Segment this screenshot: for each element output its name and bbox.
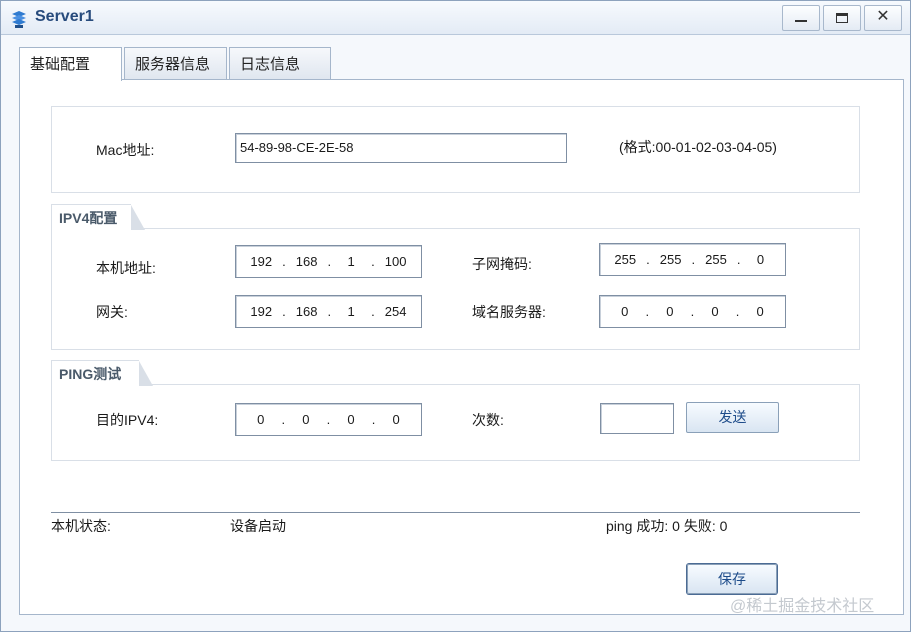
ip-octet: 0 bbox=[666, 304, 674, 319]
save-button[interactable]: 保存 bbox=[687, 564, 777, 594]
tab-server-info[interactable]: 服务器信息 bbox=[124, 47, 227, 80]
ip-octet: 0 bbox=[257, 412, 265, 427]
ping-group-title: PING测试 bbox=[51, 360, 153, 386]
status-divider bbox=[51, 512, 860, 513]
watermark: @稀土掘金技术社区 bbox=[730, 598, 875, 615]
ping-count-label: 次数: bbox=[472, 412, 504, 428]
ip-octet: 0 bbox=[756, 304, 764, 319]
close-icon: ✕ bbox=[876, 8, 890, 25]
tab-log-info[interactable]: 日志信息 bbox=[229, 47, 331, 80]
minimize-button[interactable] bbox=[782, 5, 820, 31]
gateway-field[interactable]: 192. 168. 1. 254 bbox=[235, 295, 422, 328]
dns-server-field[interactable]: 0. 0. 0. 0 bbox=[599, 295, 786, 328]
ip-octet: 0 bbox=[347, 412, 355, 427]
ip-octet: 168 bbox=[295, 304, 318, 319]
ip-octet: 0 bbox=[756, 252, 765, 267]
mac-address-field[interactable]: 54-89-98-CE-2E-58 bbox=[235, 133, 567, 163]
send-button[interactable]: 发送 bbox=[686, 402, 779, 433]
ip-octet: 255 bbox=[614, 252, 637, 267]
mac-format-hint: (格式:00-01-02-03-04-05) bbox=[619, 139, 777, 155]
target-ipv4-field[interactable]: 0. 0. 0. 0 bbox=[235, 403, 422, 436]
server-app-icon bbox=[12, 11, 26, 28]
status-label: 本机状态: bbox=[51, 518, 111, 534]
target-ipv4-label: 目的IPV4: bbox=[96, 412, 159, 428]
maximize-icon bbox=[836, 13, 848, 23]
ip-octet: 192 bbox=[250, 254, 273, 269]
ip-octet: 192 bbox=[250, 304, 273, 319]
ip-octet: 0 bbox=[392, 412, 400, 427]
basic-config-panel: Mac地址: 54-89-98-CE-2E-58 (格式:00-01-02-03… bbox=[19, 79, 904, 615]
local-address-label: 本机地址: bbox=[96, 260, 156, 276]
ip-octet: 1 bbox=[347, 254, 355, 269]
gateway-label: 网关: bbox=[96, 304, 128, 320]
ip-octet: 168 bbox=[295, 254, 318, 269]
status-value: 设备启动 bbox=[230, 518, 286, 534]
minimize-icon bbox=[795, 20, 807, 22]
subnet-mask-field[interactable]: 255. 255. 255. 0 bbox=[599, 243, 786, 276]
ip-octet: 0 bbox=[621, 304, 629, 319]
ping-count-field[interactable] bbox=[600, 403, 674, 434]
title-bar[interactable]: Server1 ✕ bbox=[1, 1, 910, 35]
subnet-mask-label: 子网掩码: bbox=[472, 256, 532, 272]
ip-octet: 0 bbox=[302, 412, 310, 427]
local-address-field[interactable]: 192. 168. 1. 100 bbox=[235, 245, 422, 278]
server-config-window: Server1 ✕ 基础配置 服务器信息 日志信息 Mac地址: 54-89-9… bbox=[0, 0, 911, 632]
ip-octet: 255 bbox=[659, 252, 682, 267]
ipv4-group-title: IPV4配置 bbox=[51, 204, 145, 230]
mac-label: Mac地址: bbox=[96, 142, 155, 158]
window-title: Server1 bbox=[35, 8, 94, 25]
maximize-button[interactable] bbox=[823, 5, 861, 31]
close-button[interactable]: ✕ bbox=[864, 5, 902, 31]
dns-server-label: 域名服务器: bbox=[472, 304, 546, 320]
tab-basic-config[interactable]: 基础配置 bbox=[19, 47, 122, 81]
ip-octet: 254 bbox=[384, 304, 407, 319]
ip-octet: 255 bbox=[705, 252, 727, 267]
ping-result: ping 成功: 0 失败: 0 bbox=[606, 518, 728, 534]
ip-octet: 100 bbox=[384, 254, 407, 269]
ip-octet: 1 bbox=[347, 304, 355, 319]
ip-octet: 0 bbox=[711, 304, 719, 319]
